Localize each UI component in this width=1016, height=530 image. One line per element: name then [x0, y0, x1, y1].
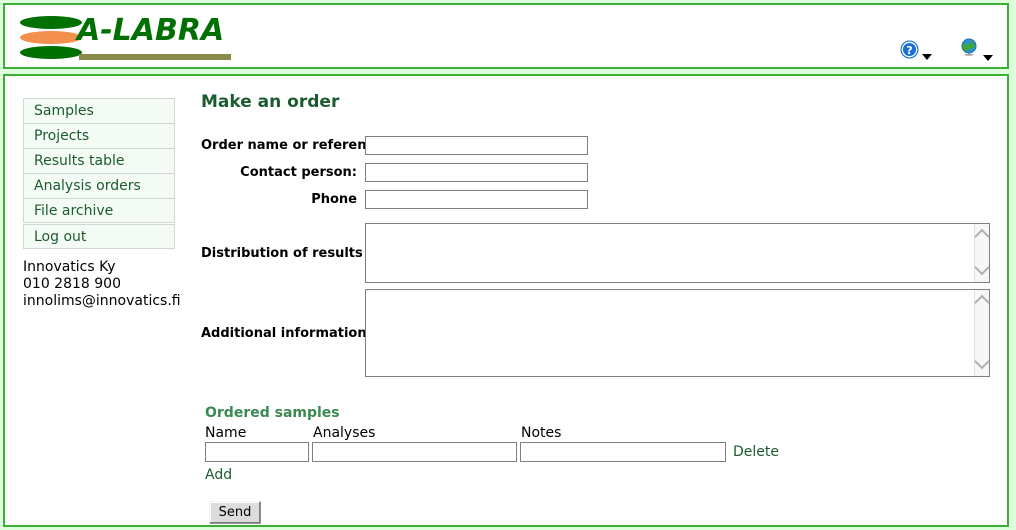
additional-info-scrollbar[interactable]: [974, 290, 990, 376]
globe-icon[interactable]: [958, 38, 980, 64]
sidebar-item-label: Projects: [34, 128, 90, 144]
contact-person-input[interactable]: [365, 163, 588, 182]
add-row-link[interactable]: Add: [205, 467, 232, 483]
additional-info-textarea[interactable]: [366, 290, 974, 376]
main-content: Make an order Order name or reference Co…: [201, 92, 1001, 524]
ordered-samples-section: Ordered samples Name Analyses Notes Dele…: [201, 405, 1001, 524]
form-row-phone: Phone: [201, 190, 1001, 209]
delete-row-link[interactable]: Delete: [733, 444, 779, 460]
order-name-label: Order name or reference: [201, 138, 384, 153]
sidebar-item-projects[interactable]: Projects: [23, 123, 175, 148]
help-menu[interactable]: ?: [900, 40, 932, 63]
distribution-textarea[interactable]: [366, 224, 974, 282]
three-stacked-ellipses-logo-icon: [20, 16, 82, 60]
ordered-samples-title: Ordered samples: [205, 405, 340, 421]
scroll-up-icon[interactable]: [974, 294, 990, 311]
logo-ellipse-top: [20, 16, 82, 29]
sidebar-item-log-out[interactable]: Log out: [23, 224, 175, 249]
sidebar-item-label: Log out: [34, 229, 87, 245]
ordered-samples-header-row: Name Analyses Notes: [205, 425, 1001, 441]
sidebar-item-analysis-orders[interactable]: Analysis orders: [23, 173, 175, 198]
sidebar-contact-info: Innovatics Ky 010 2818 900 innolims@inno…: [23, 259, 181, 310]
svg-text:?: ?: [906, 44, 912, 57]
sidebar-item-label: Samples: [34, 103, 94, 119]
additional-info-label: Additional information: [201, 325, 367, 341]
scroll-down-icon[interactable]: [974, 353, 990, 370]
sample-name-input[interactable]: [205, 442, 309, 462]
logo-wordmark: A-LABRA: [77, 13, 225, 48]
language-menu[interactable]: [958, 38, 993, 64]
contact-phone: 010 2818 900: [23, 276, 121, 292]
sidebar: Samples Projects Results table Analysis …: [23, 98, 181, 310]
phone-label: Phone: [311, 192, 357, 207]
scroll-up-icon[interactable]: [974, 228, 990, 245]
sample-analyses-input[interactable]: [312, 442, 517, 462]
column-header-analyses: Analyses: [313, 425, 376, 441]
sidebar-item-file-archive[interactable]: File archive: [23, 198, 175, 223]
distribution-scrollbar[interactable]: [974, 224, 990, 282]
sidebar-item-label: Results table: [34, 153, 125, 169]
form-row-additional-info: Additional information: [201, 289, 1001, 377]
sidebar-item-results-table[interactable]: Results table: [23, 148, 175, 173]
column-header-notes: Notes: [521, 425, 562, 441]
content-panel: Samples Projects Results table Analysis …: [3, 74, 1009, 527]
phone-input[interactable]: [365, 190, 588, 209]
form-row-order-name: Order name or reference: [201, 136, 1001, 155]
form-row-distribution: Distribution of results: [201, 223, 1001, 283]
logo-underline-bar: [79, 54, 231, 60]
header-tools: ?: [900, 38, 993, 64]
sidebar-item-label: Analysis orders: [34, 178, 141, 194]
additional-info-textarea-wrapper: [365, 289, 990, 377]
header-panel: A-LABRA ?: [3, 3, 1009, 69]
distribution-label: Distribution of results: [201, 245, 363, 261]
contact-email: innolims@innovatics.fi: [23, 293, 181, 309]
chevron-down-icon[interactable]: [983, 55, 993, 61]
sidebar-item-label: File archive: [34, 203, 114, 219]
page-title: Make an order: [201, 92, 340, 112]
column-header-name: Name: [205, 425, 247, 441]
sample-notes-input[interactable]: [520, 442, 726, 462]
contact-person-label: Contact person:: [240, 165, 357, 180]
send-button[interactable]: Send: [209, 501, 261, 524]
form-row-contact-person: Contact person:: [201, 163, 1001, 182]
chevron-down-icon[interactable]: [922, 53, 932, 60]
scroll-down-icon[interactable]: [974, 259, 990, 276]
table-row: Delete: [205, 442, 1001, 462]
distribution-textarea-wrapper: [365, 223, 990, 283]
help-question-icon[interactable]: ?: [900, 40, 919, 63]
contact-company: Innovatics Ky: [23, 259, 116, 275]
app-logo[interactable]: A-LABRA: [17, 13, 247, 65]
logo-ellipse-middle: [20, 31, 82, 44]
sidebar-item-samples[interactable]: Samples: [23, 98, 175, 123]
order-name-input[interactable]: [365, 136, 588, 155]
logo-ellipse-bottom: [20, 46, 82, 59]
